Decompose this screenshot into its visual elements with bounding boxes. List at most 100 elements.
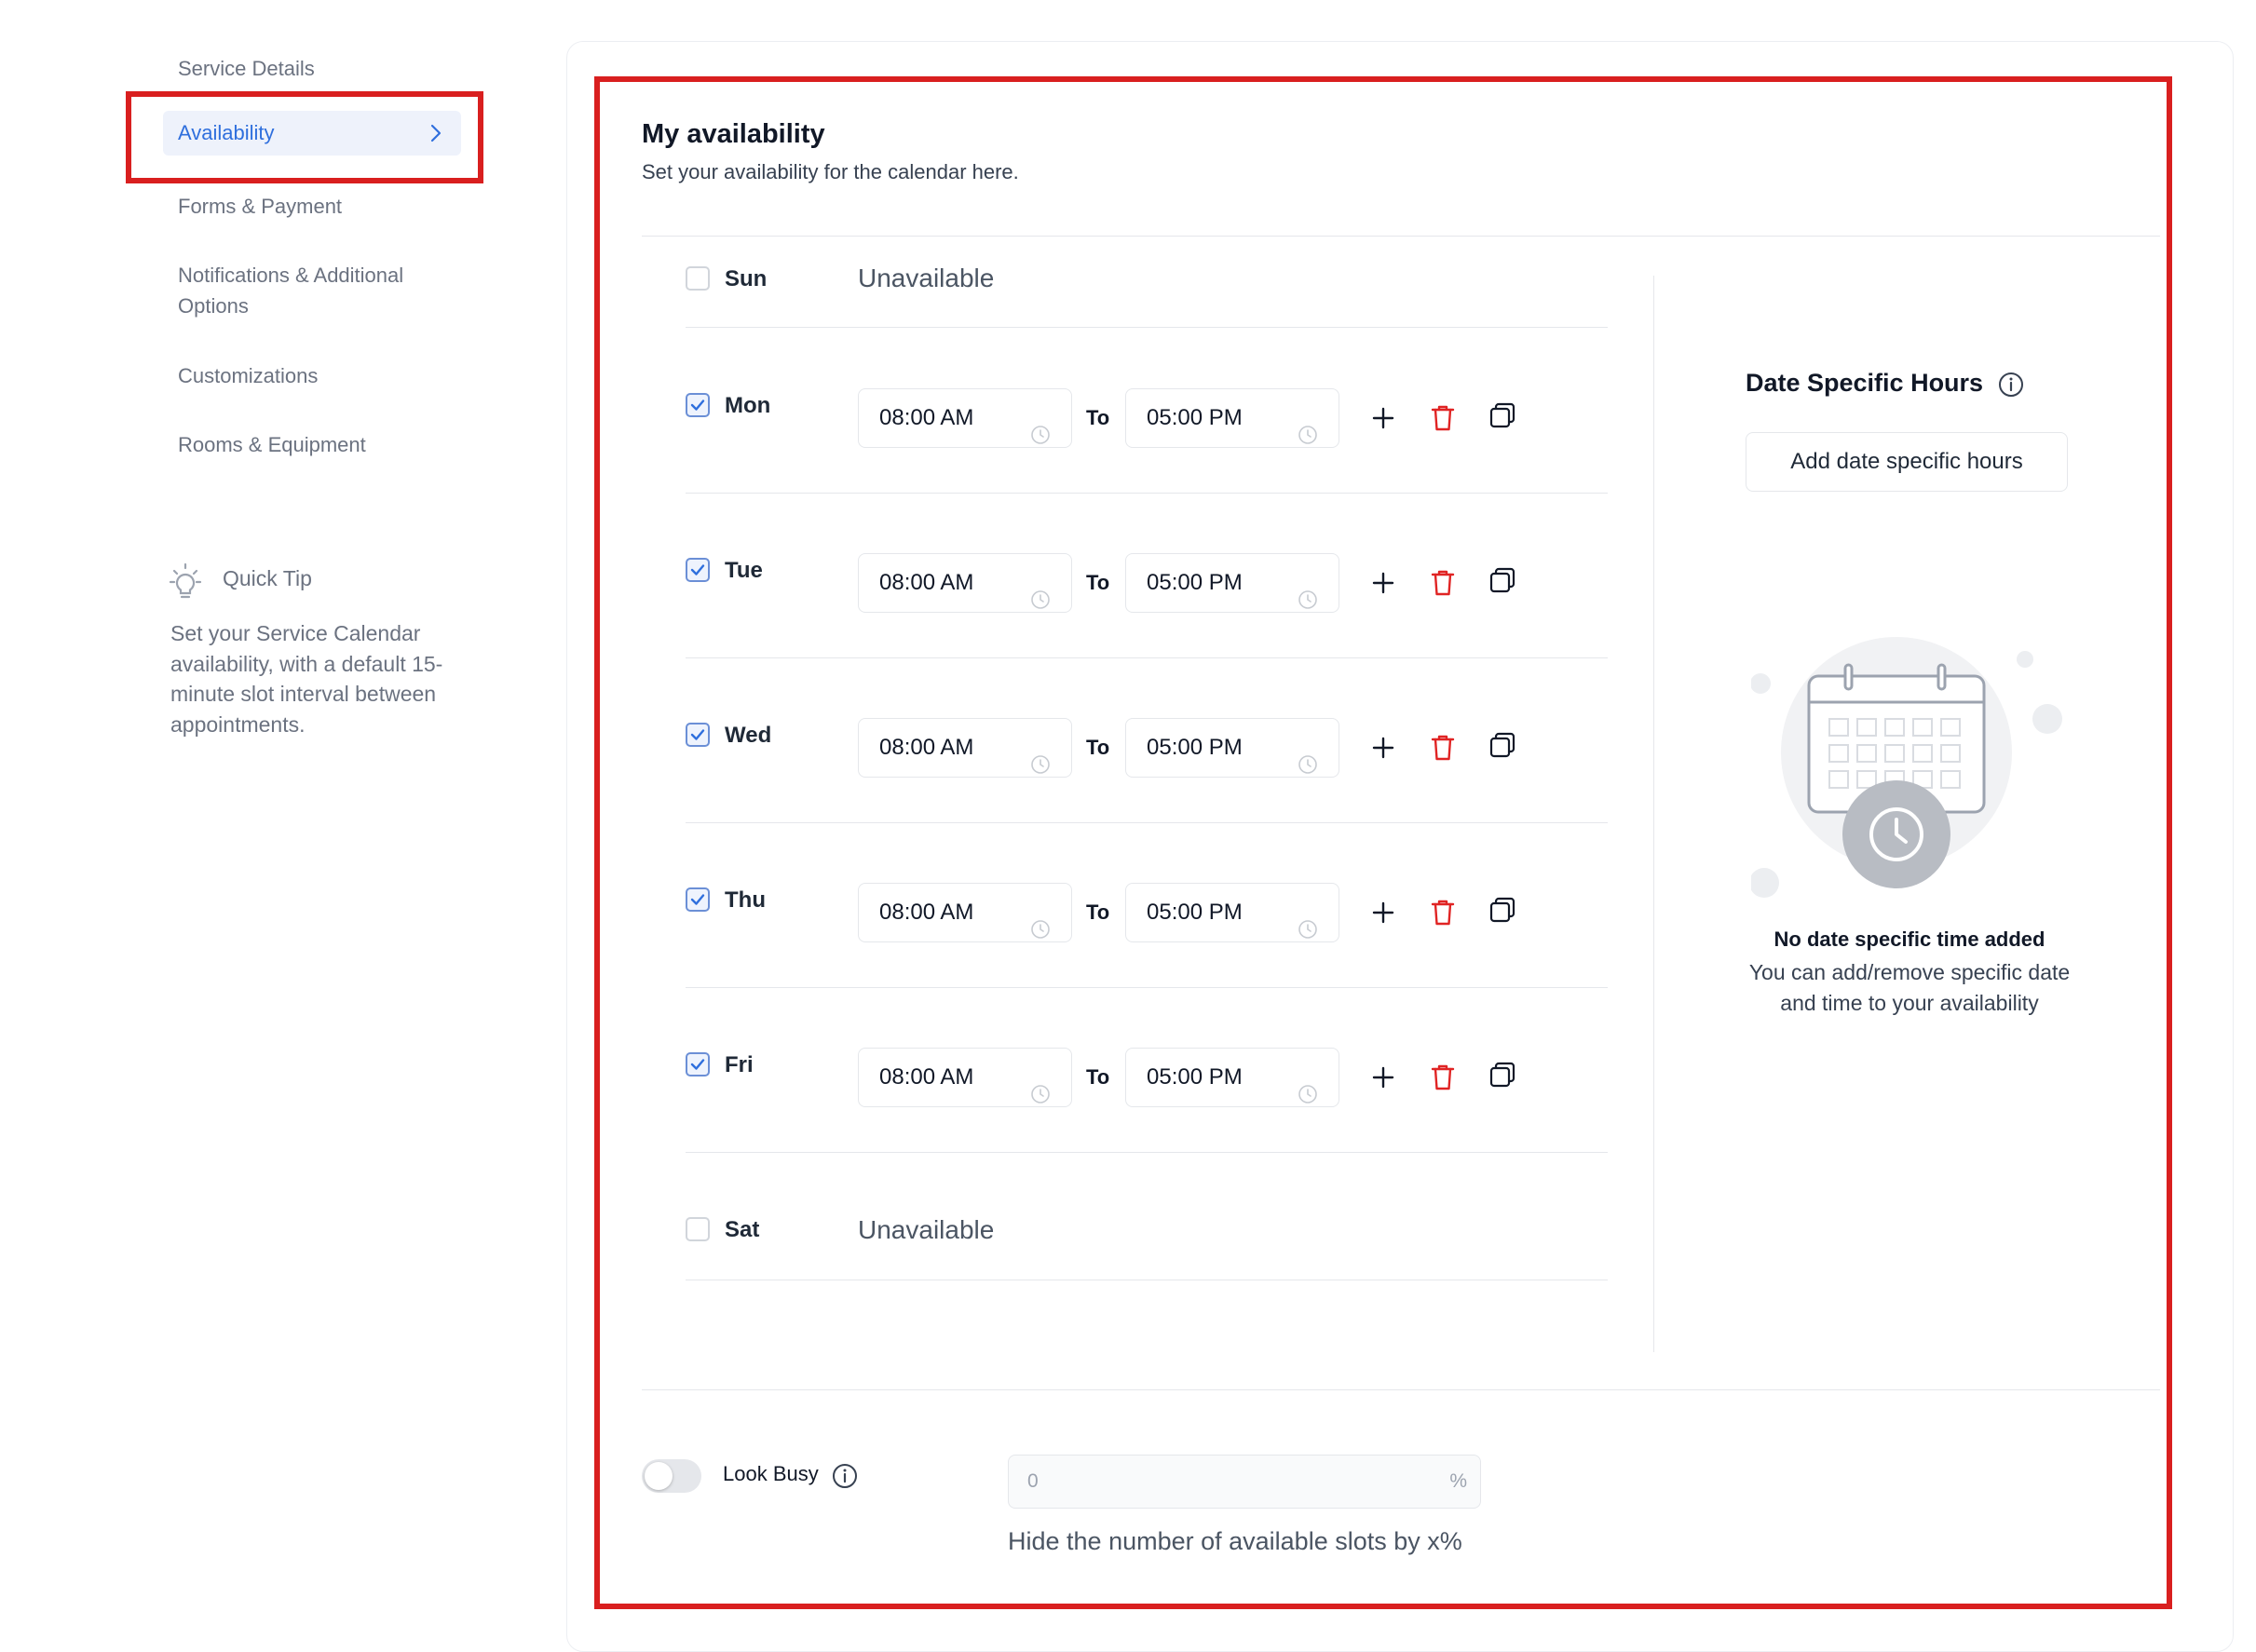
- quick-tip-title: Quick Tip: [223, 566, 312, 590]
- to-label: To: [1086, 736, 1110, 759]
- day-label: Wed: [725, 723, 772, 748]
- start-time-value: 08:00 AM: [879, 405, 974, 430]
- plus-icon[interactable]: [1370, 900, 1396, 930]
- clock-icon: [1298, 904, 1318, 962]
- row-divider: [686, 493, 1608, 494]
- trash-icon[interactable]: [1429, 403, 1457, 438]
- day-checkbox-wed[interactable]: [686, 723, 710, 747]
- clock-icon: [1298, 575, 1318, 632]
- nav-item-notifications[interactable]: Notifications & Additional Options: [163, 254, 461, 327]
- day-checkbox-tue[interactable]: [686, 558, 710, 582]
- start-time-input[interactable]: 08:00 AM: [858, 388, 1072, 448]
- clock-icon: [1030, 575, 1051, 632]
- start-time-input[interactable]: 08:00 AM: [858, 883, 1072, 942]
- to-label: To: [1086, 406, 1110, 429]
- percentage-suffix: %: [1449, 1470, 1467, 1492]
- nav-item-service-details[interactable]: Service Details: [163, 47, 461, 89]
- end-time-input[interactable]: 05:00 PM: [1125, 1048, 1339, 1107]
- end-time-value: 05:00 PM: [1147, 1064, 1243, 1090]
- end-time-value: 05:00 PM: [1147, 405, 1243, 430]
- to-label: To: [1086, 571, 1110, 594]
- nav-item-forms-payment[interactable]: Forms & Payment: [163, 185, 461, 227]
- look-busy-percentage-input[interactable]: 0 %: [1008, 1455, 1481, 1509]
- divider: [642, 1389, 2160, 1390]
- look-busy-label: Look Busy: [723, 1462, 819, 1485]
- day-label: Thu: [725, 887, 766, 913]
- day-label: Sun: [725, 266, 768, 291]
- end-time-value: 05:00 PM: [1147, 735, 1243, 760]
- unavailable-text: Unavailable: [858, 1215, 995, 1244]
- clock-icon: [1030, 739, 1051, 797]
- row-divider: [686, 822, 1608, 823]
- to-label: To: [1086, 1065, 1110, 1089]
- empty-state-title: No date specific time added: [1774, 928, 2045, 951]
- plus-icon[interactable]: [1370, 1064, 1396, 1095]
- copy-icon[interactable]: [1488, 896, 1516, 928]
- row-divider: [686, 657, 1608, 658]
- trash-icon[interactable]: [1429, 898, 1457, 932]
- unavailable-text: Unavailable: [858, 264, 995, 292]
- quick-tip-body: Set your Service Calendar availability, …: [170, 621, 443, 737]
- trash-icon[interactable]: [1429, 568, 1457, 603]
- row-divider: [686, 1152, 1608, 1153]
- divider: [642, 236, 2160, 237]
- column-divider: [1653, 276, 1654, 1352]
- clock-icon: [1030, 1069, 1051, 1127]
- clock-icon: [1298, 410, 1318, 467]
- start-time-value: 08:00 AM: [879, 1064, 974, 1090]
- nav-item-label: Rooms & Equipment: [178, 433, 366, 456]
- trash-icon[interactable]: [1429, 1063, 1457, 1097]
- day-label: Tue: [725, 558, 763, 583]
- nav-item-customizations[interactable]: Customizations: [163, 355, 461, 397]
- nav-item-label: Service Details: [178, 57, 315, 80]
- copy-icon[interactable]: [1488, 731, 1516, 764]
- look-busy-help-text: Hide the number of available slots by x%: [1008, 1527, 1462, 1555]
- info-icon[interactable]: [1997, 371, 2025, 403]
- start-time-input[interactable]: 08:00 AM: [858, 1048, 1072, 1107]
- lightbulb-icon: [166, 562, 205, 607]
- date-specific-title: Date Specific Hours: [1746, 369, 1984, 397]
- copy-icon[interactable]: [1488, 401, 1516, 434]
- highlight-box-nav: [126, 91, 483, 183]
- end-time-input[interactable]: 05:00 PM: [1125, 718, 1339, 778]
- end-time-input[interactable]: 05:00 PM: [1125, 553, 1339, 613]
- add-date-specific-hours-button[interactable]: Add date specific hours: [1746, 432, 2068, 492]
- copy-icon[interactable]: [1488, 1061, 1516, 1093]
- empty-state-body: You can add/remove specific date and tim…: [1748, 960, 2071, 1015]
- start-time-input[interactable]: 08:00 AM: [858, 553, 1072, 613]
- plus-icon[interactable]: [1370, 570, 1396, 601]
- nav-item-label: Notifications & Additional Options: [178, 264, 404, 318]
- percentage-placeholder: 0: [1027, 1470, 1039, 1492]
- day-checkbox-thu[interactable]: [686, 887, 710, 912]
- row-divider: [686, 987, 1608, 988]
- end-time-value: 05:00 PM: [1147, 570, 1243, 595]
- day-checkbox-mon[interactable]: [686, 393, 710, 417]
- nav-item-rooms-equipment[interactable]: Rooms & Equipment: [163, 424, 461, 466]
- end-time-input[interactable]: 05:00 PM: [1125, 388, 1339, 448]
- calendar-clock-illustration: [1749, 633, 2068, 917]
- info-icon[interactable]: [831, 1462, 859, 1495]
- day-checkbox-sat[interactable]: [686, 1217, 710, 1241]
- plus-icon[interactable]: [1370, 405, 1396, 436]
- start-time-value: 08:00 AM: [879, 735, 974, 760]
- day-label: Mon: [725, 393, 771, 418]
- end-time-value: 05:00 PM: [1147, 900, 1243, 925]
- start-time-input[interactable]: 08:00 AM: [858, 718, 1072, 778]
- clock-icon: [1298, 739, 1318, 797]
- clock-icon: [1030, 904, 1051, 962]
- day-label: Sat: [725, 1217, 760, 1242]
- copy-icon[interactable]: [1488, 566, 1516, 599]
- day-checkbox-sun[interactable]: [686, 266, 710, 291]
- day-label: Fri: [725, 1052, 754, 1077]
- start-time-value: 08:00 AM: [879, 570, 974, 595]
- end-time-input[interactable]: 05:00 PM: [1125, 883, 1339, 942]
- day-checkbox-fri[interactable]: [686, 1052, 710, 1077]
- look-busy-toggle[interactable]: [642, 1459, 701, 1493]
- toggle-knob: [645, 1462, 673, 1490]
- clock-icon: [1298, 1069, 1318, 1127]
- start-time-value: 08:00 AM: [879, 900, 974, 925]
- clock-icon: [1030, 410, 1051, 467]
- nav-item-label: Forms & Payment: [178, 195, 343, 218]
- plus-icon[interactable]: [1370, 735, 1396, 765]
- trash-icon[interactable]: [1429, 733, 1457, 767]
